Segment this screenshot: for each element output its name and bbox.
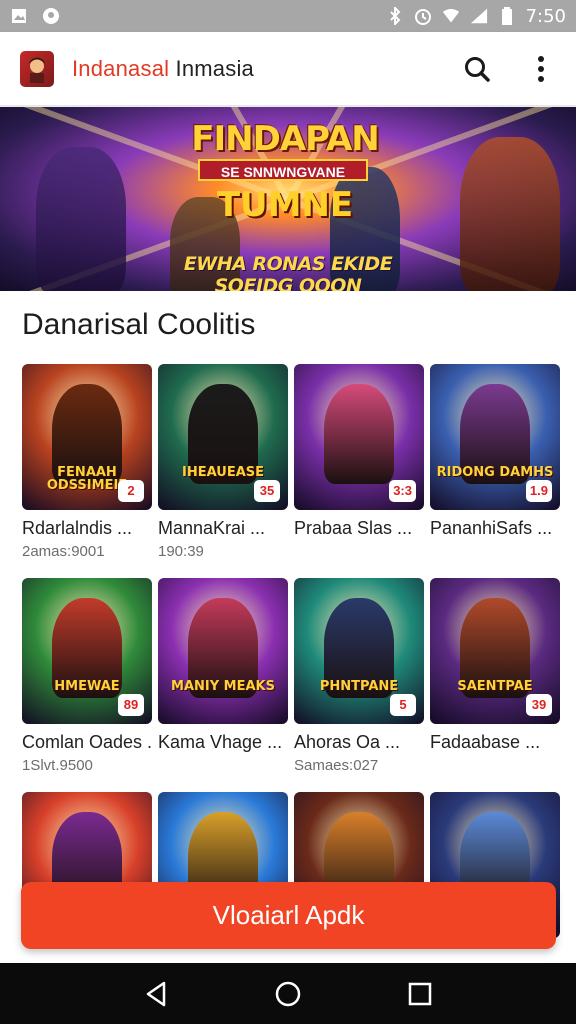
image-icon: [10, 7, 28, 25]
wifi-icon: [442, 7, 460, 25]
home-icon[interactable]: [266, 972, 310, 1016]
app-title-accent: Indanasal: [72, 55, 170, 81]
status-bar: 7:50: [0, 0, 576, 32]
battery-icon: [498, 7, 516, 25]
signal-icon: [470, 7, 488, 25]
game-rating-badge: 5: [390, 694, 416, 716]
game-rating-badge: 39: [526, 694, 552, 716]
game-meta: Samaes:027: [294, 757, 379, 774]
game-card[interactable]: 3:3 Prabaa Slas ...: [294, 364, 424, 578]
game-title: Prabaa Slas ...: [294, 518, 413, 538]
game-thumbnail[interactable]: IHEAUEASE 35: [158, 364, 288, 510]
banner-title-line2: TUMNE: [216, 185, 354, 225]
bluetooth-icon: [386, 7, 404, 25]
game-title: Kama Vhage ...: [158, 732, 283, 752]
game-thumbnail[interactable]: SAENTPAE 39: [430, 578, 560, 724]
game-thumbnail[interactable]: MANIY MEAKS: [158, 578, 288, 724]
game-character-art: [324, 384, 394, 484]
game-rating-badge: 1.9: [525, 480, 552, 502]
app-bar: Indanasal Inmasia: [0, 32, 576, 106]
game-title: Comlan Oades ...: [22, 732, 152, 752]
game-rating-badge: 3:3: [389, 480, 416, 502]
banner-title: FINDAPAN: [191, 119, 379, 159]
game-meta: 1Slvt.9500: [22, 757, 93, 774]
game-meta: 190:39: [158, 543, 204, 560]
alarm-icon: [414, 7, 432, 25]
game-title: Ahoras Oa ...: [294, 732, 401, 752]
game-card[interactable]: PHNTPANE 5 Ahoras Oa ... Samaes:027: [294, 578, 424, 792]
banner-subtitle: SE SNNWNGVANE: [198, 159, 368, 181]
game-rating-badge: 2: [118, 480, 144, 502]
game-card[interactable]: IHEAUEASE 35 MannaKrai ... 190:39: [158, 364, 288, 578]
download-apk-button[interactable]: Vloaiarl Apdk: [21, 882, 556, 949]
more-vert-icon[interactable]: [524, 52, 558, 86]
banner-strip-text: EWHA RONAS EKIDE SOEIDG OOON: [183, 253, 393, 291]
banner-hero-left: [36, 147, 126, 291]
status-time: 7:50: [525, 5, 566, 27]
game-card[interactable]: MANIY MEAKS Kama Vhage ...: [158, 578, 288, 792]
app-title-rest: Inmasia: [169, 55, 254, 81]
game-card[interactable]: SAENTPAE 39 Fadaabase ...: [430, 578, 560, 792]
search-icon[interactable]: [460, 52, 494, 86]
app-title: Indanasal Inmasia: [72, 56, 254, 82]
game-rating-badge: 35: [254, 480, 280, 502]
app-logo[interactable]: [20, 50, 54, 87]
notification-icon: [42, 7, 60, 25]
banner-hero-right: [460, 137, 560, 291]
game-title: Rdarlalndis ...: [22, 518, 133, 538]
game-card[interactable]: HMEWAE 89 Comlan Oades ... 1Slvt.9500: [22, 578, 152, 792]
section-title: Danarisal Coolitis: [22, 308, 256, 341]
game-thumbnail-caption: MANIY MEAKS: [171, 679, 275, 694]
game-thumbnail[interactable]: FENAAH ODSSIMEIF 2: [22, 364, 152, 510]
game-card[interactable]: FENAAH ODSSIMEIF 2 Rdarlalndis ... 2amas:90…: [22, 364, 152, 578]
game-thumbnail[interactable]: RIDONG DAMHS 1.9: [430, 364, 560, 510]
game-title: PananhiSafs ...: [430, 518, 553, 538]
recents-icon[interactable]: [398, 972, 442, 1016]
game-card[interactable]: RIDONG DAMHS 1.9 PananhiSafs ...: [430, 364, 560, 578]
game-meta: 2amas:9001: [22, 543, 105, 560]
system-nav-bar: [0, 963, 576, 1024]
back-icon[interactable]: [134, 972, 178, 1016]
game-title: Fadaabase ...: [430, 732, 541, 752]
game-thumbnail[interactable]: 3:3: [294, 364, 424, 510]
game-rating-badge: 89: [118, 694, 144, 716]
game-title: MannaKrai ...: [158, 518, 266, 538]
game-thumbnail[interactable]: PHNTPANE 5: [294, 578, 424, 724]
game-thumbnail[interactable]: HMEWAE 89: [22, 578, 152, 724]
featured-banner[interactable]: FINDAPAN SE SNNWNGVANE TUMNE EWHA RONAS …: [0, 107, 576, 291]
